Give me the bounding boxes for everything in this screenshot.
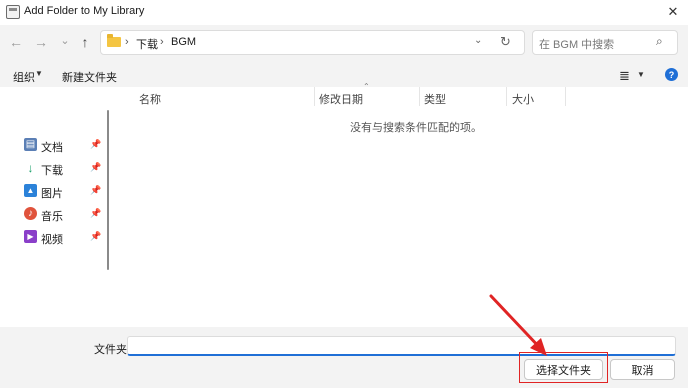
pin-icon: 📌 <box>90 139 102 149</box>
search-input[interactable]: 在 BGM 中搜索 <box>539 36 614 52</box>
refresh-icon[interactable]: ↻ <box>500 34 511 50</box>
breadcrumb-downloads[interactable]: 下载 <box>136 36 158 52</box>
column-divider[interactable] <box>314 87 315 106</box>
sidebar-item-label: 图片 <box>41 188 63 200</box>
pin-icon: 📌 <box>90 185 102 195</box>
column-header-name[interactable]: 名称 <box>139 91 161 107</box>
download-icon: ↓ <box>24 161 37 175</box>
folder-icon <box>107 34 121 47</box>
pin-icon: 📌 <box>90 162 102 172</box>
empty-state-message: 没有与搜索条件匹配的项。 <box>350 122 482 134</box>
pictures-icon: ▲ <box>24 184 37 197</box>
sidebar-item-label: 视频 <box>41 234 63 246</box>
column-divider[interactable] <box>506 87 507 106</box>
help-icon[interactable]: ? <box>665 68 678 81</box>
forward-button[interactable]: → <box>30 31 52 53</box>
documents-icon: ▤ <box>24 138 37 151</box>
folder-field-label: 文件夹: <box>94 344 131 356</box>
column-header-modified[interactable]: 修改日期 <box>319 91 363 107</box>
cancel-button[interactable]: 取消 <box>610 359 675 380</box>
sidebar-item-downloads[interactable]: ↓ 下载 📌 <box>24 160 104 178</box>
chevron-down-icon[interactable]: ▼ <box>35 69 43 78</box>
view-options-icon[interactable]: ≣ <box>619 68 630 84</box>
chevron-down-icon[interactable]: ▼ <box>637 70 645 79</box>
back-button[interactable]: ← <box>5 31 27 53</box>
sidebar-item-label: 下载 <box>41 165 63 177</box>
breadcrumb-separator: › <box>125 36 129 48</box>
sidebar-item-pictures[interactable]: ▲ 图片 📌 <box>24 183 104 201</box>
column-header-type[interactable]: 类型 <box>424 91 446 107</box>
sort-indicator-icon: ⌃ <box>363 82 370 91</box>
pin-icon: 📌 <box>90 231 102 241</box>
address-dropdown-icon[interactable]: ⌄ <box>474 35 482 46</box>
sidebar-item-label: 文档 <box>41 142 63 154</box>
breadcrumb-separator: › <box>160 36 164 48</box>
column-header-row <box>113 87 688 106</box>
window-title: Add Folder to My Library <box>24 5 145 17</box>
pin-icon: 📌 <box>90 208 102 218</box>
search-icon[interactable]: ⌕ <box>656 34 663 49</box>
select-folder-button[interactable]: 选择文件夹 <box>524 359 603 380</box>
videos-icon: ▶ <box>24 230 37 243</box>
app-icon <box>6 5 20 19</box>
sidebar-item-music[interactable]: ♪ 音乐 📌 <box>24 206 104 224</box>
up-button[interactable]: ↑ <box>74 31 96 53</box>
close-button[interactable]: ✕ <box>658 0 688 24</box>
sidebar-item-videos[interactable]: ▶ 视频 📌 <box>24 229 104 247</box>
breadcrumb-bgm[interactable]: BGM <box>171 36 196 48</box>
sidebar-item-label: 音乐 <box>41 211 63 223</box>
column-divider[interactable] <box>565 87 566 106</box>
organize-button[interactable]: 组织 <box>13 69 35 85</box>
column-header-size[interactable]: 大小 <box>512 91 534 107</box>
nav-pane-scrollbar[interactable] <box>107 110 109 270</box>
new-folder-button[interactable]: 新建文件夹 <box>62 69 117 85</box>
sidebar-item-documents[interactable]: ▤ 文档 📌 <box>24 137 104 155</box>
music-icon: ♪ <box>24 207 37 220</box>
recent-locations-button[interactable]: ⌄ <box>54 29 76 51</box>
column-divider[interactable] <box>419 87 420 106</box>
